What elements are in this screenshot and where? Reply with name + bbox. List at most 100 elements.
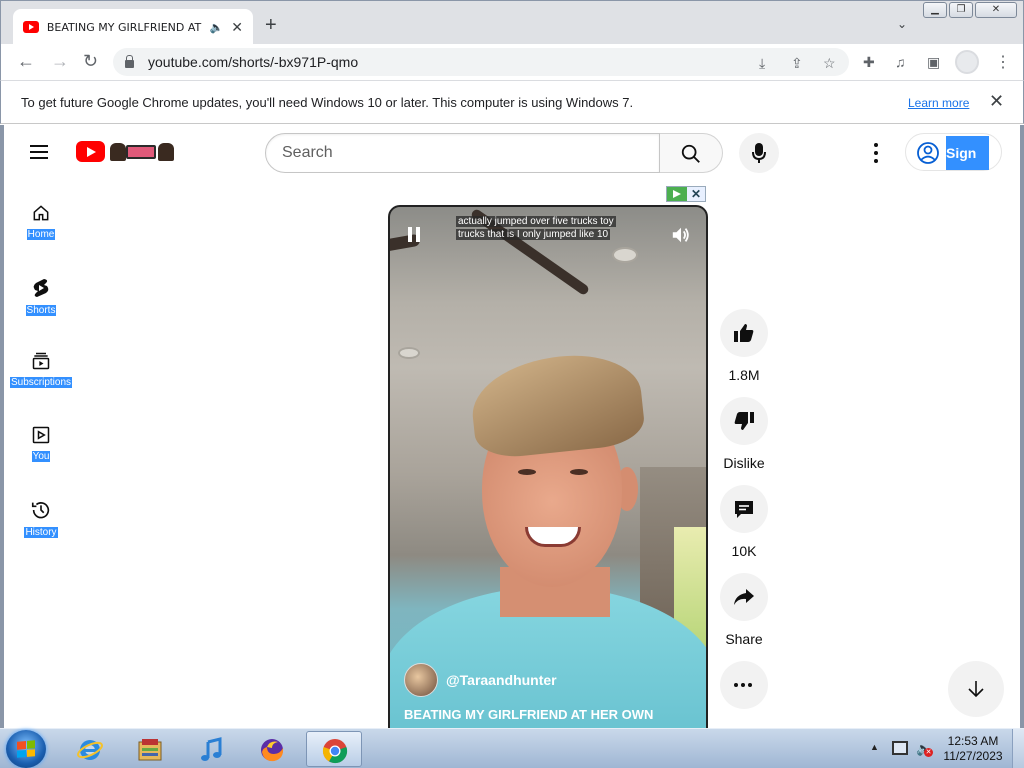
extensions-puzzle-icon[interactable]: ✚ bbox=[863, 54, 875, 71]
close-window-button[interactable]: ✕ bbox=[975, 2, 1017, 18]
like-count: 1.8M bbox=[728, 367, 760, 383]
back-arrow-icon[interactable]: ← bbox=[17, 52, 35, 70]
dislike-action[interactable]: Dislike bbox=[720, 397, 768, 471]
channel-name[interactable]: @Taraandhunter bbox=[446, 672, 557, 688]
lock-icon[interactable] bbox=[125, 55, 134, 68]
history-icon bbox=[31, 502, 50, 519]
tab-title: BEATING MY GIRLFRIEND AT bbox=[46, 20, 202, 34]
tray-overflow-icon[interactable]: ▲ bbox=[870, 742, 879, 752]
taskbar-firefox[interactable] bbox=[244, 731, 300, 767]
windows-logo-icon bbox=[17, 740, 35, 758]
search-button[interactable] bbox=[660, 133, 723, 173]
shorts-video-player[interactable]: actually jumped over five trucks toy tru… bbox=[388, 205, 708, 728]
maximize-button[interactable]: ❐ bbox=[949, 2, 973, 18]
voice-search-button[interactable] bbox=[739, 133, 779, 173]
sidebar-label-you: You bbox=[31, 451, 51, 462]
sign-in-button[interactable]: Sign in bbox=[905, 133, 1002, 195]
microphone-icon bbox=[752, 143, 766, 163]
search-input[interactable]: Search bbox=[265, 133, 660, 173]
new-tab-button[interactable]: + bbox=[265, 15, 277, 35]
like-action[interactable]: 1.8M bbox=[720, 309, 768, 383]
taskbar-file-explorer[interactable] bbox=[122, 731, 178, 767]
profile-avatar[interactable] bbox=[955, 50, 979, 74]
comments-button[interactable] bbox=[720, 485, 768, 533]
sidebar-label-subscriptions: Subscriptions bbox=[9, 377, 73, 388]
extension-overlay-badge[interactable]: ✕ bbox=[666, 186, 706, 202]
subscriptions-icon bbox=[32, 352, 50, 370]
next-video-button[interactable] bbox=[948, 661, 1004, 717]
show-desktop-button[interactable] bbox=[1012, 729, 1024, 768]
install-app-icon[interactable]: ⤓ bbox=[759, 55, 765, 72]
browser-toolbar: ← → ↻ youtube.com/shorts/-bx971P-qmo ⤓ ⇪… bbox=[0, 44, 1024, 80]
chrome-menu-icon[interactable]: ⋮ bbox=[995, 52, 1011, 72]
start-button[interactable] bbox=[6, 730, 46, 768]
reload-icon[interactable]: ↻ bbox=[83, 52, 98, 70]
taskbar-chrome[interactable] bbox=[306, 731, 362, 767]
side-panel-icon[interactable]: ▣ bbox=[927, 54, 940, 71]
tab-search-chevron-icon[interactable]: ⌄ bbox=[897, 17, 907, 31]
channel-avatar[interactable] bbox=[404, 663, 438, 697]
system-clock[interactable]: 12:53 AM 11/27/2023 bbox=[940, 734, 1006, 764]
address-bar[interactable]: youtube.com/shorts/-bx971P-qmo ⤓ ⇪ ☆ bbox=[113, 48, 849, 76]
comments-action[interactable]: 10K bbox=[720, 485, 768, 559]
minimize-button[interactable]: ▁ bbox=[923, 2, 947, 18]
speaker-icon[interactable]: 🔈 bbox=[210, 21, 224, 34]
network-icon[interactable] bbox=[892, 741, 908, 755]
music-note-icon bbox=[201, 737, 222, 761]
dislike-button[interactable] bbox=[720, 397, 768, 445]
share-action[interactable]: Share bbox=[720, 573, 768, 647]
bookmark-star-icon[interactable]: ☆ bbox=[823, 55, 836, 72]
sidebar-item-shorts[interactable]: Shorts bbox=[6, 277, 76, 318]
share-button[interactable] bbox=[720, 573, 768, 621]
share-icon[interactable]: ⇪ bbox=[791, 55, 803, 72]
sidebar-item-you[interactable]: You bbox=[6, 425, 76, 464]
more-options-button[interactable] bbox=[720, 661, 768, 709]
comment-count: 10K bbox=[731, 543, 757, 559]
browser-tab[interactable]: BEATING MY GIRLFRIEND AT 🔈 ✕ bbox=[13, 9, 253, 45]
firefox-icon bbox=[261, 739, 284, 762]
media-controls-icon[interactable]: ♫ bbox=[895, 54, 906, 70]
chrome-icon bbox=[322, 739, 348, 764]
close-badge-icon[interactable]: ✕ bbox=[687, 187, 705, 201]
browser-titlebar: BEATING MY GIRLFRIEND AT 🔈 ✕ + ⌄ ▁ ❐ ✕ bbox=[0, 0, 1024, 45]
sign-in-label: Sign in bbox=[946, 136, 989, 195]
more-action[interactable] bbox=[720, 661, 768, 709]
sidebar-item-home[interactable]: Home bbox=[6, 203, 76, 242]
caption-line-2: trucks that is I only jumped like 10 bbox=[456, 229, 611, 240]
doodle-logo-icon bbox=[108, 139, 176, 163]
sidebar-label-shorts: Shorts bbox=[25, 305, 57, 316]
menu-hamburger-icon[interactable] bbox=[30, 145, 50, 159]
thumbs-down-icon bbox=[734, 412, 754, 430]
sidebar-label-home: Home bbox=[26, 229, 56, 240]
settings-kebab-icon[interactable] bbox=[868, 141, 884, 165]
thumbs-up-icon bbox=[734, 324, 754, 342]
channel-info[interactable]: @Taraandhunter bbox=[404, 663, 557, 697]
sidebar-item-history[interactable]: History bbox=[6, 499, 76, 540]
taskbar-internet-explorer[interactable] bbox=[62, 731, 118, 767]
like-button[interactable] bbox=[720, 309, 768, 357]
taskbar-itunes[interactable] bbox=[184, 731, 240, 767]
share-label: Share bbox=[725, 631, 763, 647]
share-arrow-icon bbox=[734, 589, 754, 605]
arrow-down-icon bbox=[968, 681, 984, 698]
muted-x-icon: ✕ bbox=[924, 748, 933, 757]
search-icon bbox=[681, 144, 700, 163]
sidebar-item-subscriptions[interactable]: Subscriptions bbox=[6, 351, 76, 390]
home-icon bbox=[33, 205, 49, 221]
video-title[interactable]: BEATING MY GIRLFRIEND AT HER OWN bbox=[404, 707, 653, 722]
infobar-close-icon[interactable]: ✕ bbox=[989, 91, 1004, 112]
url-text[interactable]: youtube.com/shorts/-bx971P-qmo bbox=[148, 54, 358, 70]
clock-time: 12:53 AM bbox=[947, 734, 999, 748]
youtube-logo[interactable] bbox=[76, 139, 176, 163]
windows-taskbar: ▲ 🔈 ✕ 12:53 AM 11/27/2023 bbox=[0, 728, 1024, 768]
pause-icon[interactable] bbox=[408, 227, 422, 243]
caption-line-1: actually jumped over five trucks toy bbox=[456, 216, 616, 227]
learn-more-link[interactable]: Learn more bbox=[908, 96, 969, 110]
forward-arrow-icon[interactable]: → bbox=[51, 52, 69, 70]
youtube-page: Search Sign in Home Shorts Subscriptions… bbox=[0, 125, 1024, 728]
shorts-icon bbox=[33, 279, 49, 297]
file-explorer-icon bbox=[138, 739, 162, 761]
video-caption: actually jumped over five trucks toy tru… bbox=[456, 215, 628, 241]
tab-close-button[interactable]: ✕ bbox=[231, 19, 243, 36]
volume-icon[interactable] bbox=[670, 225, 692, 250]
